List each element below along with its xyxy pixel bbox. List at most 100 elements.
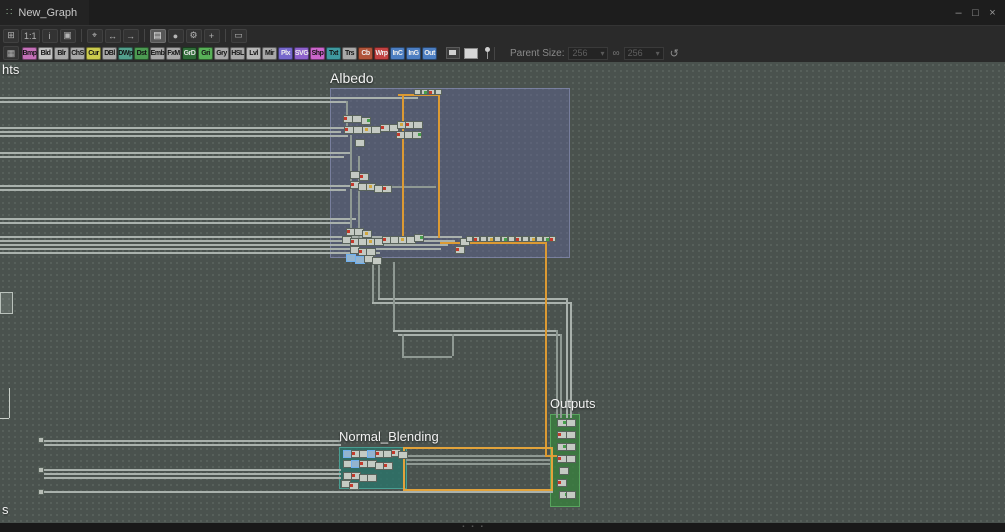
palette-node-cb[interactable]: Cb (358, 46, 373, 60)
dock-icon[interactable]: ⊞ (3, 28, 19, 43)
palette-node-ing[interactable]: InG (406, 46, 421, 60)
parent-width-select[interactable]: 256 ▾ (568, 46, 609, 60)
graph-node[interactable] (398, 451, 408, 459)
palette-node-dst[interactable]: Dst (134, 46, 149, 60)
palette-node-bmp[interactable]: Bmp (22, 46, 37, 60)
palette-node-hsl[interactable]: HSL (230, 46, 245, 60)
wire (44, 440, 341, 442)
frame-label-albedo: Albedo (330, 70, 374, 86)
graph-node[interactable] (508, 236, 515, 242)
palette-node-mir[interactable]: Mir (262, 46, 277, 60)
palette-node-cur[interactable]: Cur (86, 46, 101, 60)
material-ball-icon[interactable]: ● (167, 28, 184, 43)
graph-node[interactable] (412, 131, 422, 139)
graph-node[interactable] (362, 230, 372, 238)
graph-node[interactable] (383, 462, 393, 470)
pin-icon[interactable] (483, 46, 491, 60)
graph-node[interactable] (355, 139, 365, 147)
graph-node[interactable] (473, 236, 480, 242)
graph-tab[interactable]: ∷ New_Graph (0, 0, 90, 25)
graph-node[interactable] (566, 443, 576, 451)
palette-node-fxm[interactable]: FxM (166, 46, 181, 60)
palette-node-chs[interactable]: ChS (70, 46, 85, 60)
graph-node[interactable] (414, 89, 421, 95)
graph-node[interactable] (38, 437, 44, 443)
frame-edge-node[interactable] (0, 292, 13, 314)
comment-icon[interactable] (446, 47, 460, 59)
wire (398, 334, 560, 336)
minimize-button[interactable]: – (950, 7, 967, 19)
graph-node[interactable] (559, 467, 569, 475)
palette-node-plx[interactable]: Plx (278, 46, 293, 60)
display-icon[interactable]: ▭ (230, 28, 247, 43)
graph-node[interactable] (557, 479, 567, 487)
palette-node-wrp[interactable]: Wrp (374, 46, 389, 60)
palette-node-grd[interactable]: GrD (182, 46, 197, 60)
library-icon[interactable]: ▦ (3, 46, 19, 60)
palette-node-trs[interactable]: Trs (342, 46, 357, 60)
palette-node-blr[interactable]: Blr (54, 46, 69, 60)
graph-node[interactable] (372, 257, 382, 265)
graph-node[interactable] (529, 236, 536, 242)
palette-node-dbl[interactable]: DBl (102, 46, 117, 60)
graph-node[interactable] (413, 121, 423, 129)
parent-height-select[interactable]: 256 ▾ (623, 46, 664, 60)
graph-node[interactable] (428, 89, 435, 95)
graph-node[interactable] (435, 89, 442, 95)
link-icon[interactable]: ∞ (612, 48, 619, 59)
restore-button[interactable]: □ (967, 7, 984, 19)
close-button[interactable]: × (984, 7, 1001, 19)
wire (0, 189, 346, 191)
graph-canvas[interactable]: Albedo Outputs Normal_Blending hts s (0, 62, 1005, 523)
graph-node[interactable] (549, 236, 556, 242)
info-icon[interactable]: i (41, 28, 58, 43)
graph-node[interactable] (38, 467, 44, 473)
graph-node[interactable] (466, 236, 473, 242)
settings-gear-icon[interactable]: ⚙ (185, 28, 202, 43)
snap-icon[interactable]: + (203, 28, 220, 43)
status-icon: ▪ (471, 524, 474, 530)
graph-node[interactable] (487, 236, 494, 242)
graph-node[interactable] (515, 236, 522, 242)
filter-view-icon[interactable]: ▤ (149, 28, 166, 43)
graph-node[interactable] (361, 117, 371, 125)
frame-selection-rect[interactable] (403, 447, 553, 491)
graph-node[interactable] (421, 89, 428, 95)
link-route-icon[interactable]: → (122, 28, 139, 43)
graph-node[interactable] (566, 419, 576, 427)
graph-node[interactable] (522, 236, 529, 242)
actual-size-button[interactable]: 1:1 (21, 28, 40, 43)
palette-node-bld[interactable]: Bld (38, 46, 53, 60)
graph-node[interactable] (566, 431, 576, 439)
palette-node-gri[interactable]: Gri (198, 46, 213, 60)
graph-node[interactable] (536, 236, 543, 242)
graph-node[interactable] (566, 491, 576, 499)
palette-node-out[interactable]: Out (422, 46, 437, 60)
palette-node-dwp[interactable]: DWp (118, 46, 133, 60)
graph-node[interactable] (501, 236, 508, 242)
zoom-icon[interactable]: ⌖ (86, 28, 103, 43)
palette-node-emb[interactable]: Emb (150, 46, 165, 60)
reset-icon[interactable]: ↺ (670, 47, 679, 60)
palette-node-inc[interactable]: InC (390, 46, 405, 60)
palette-node-gry[interactable]: Gry (214, 46, 229, 60)
palette-node-svg[interactable]: SVG (294, 46, 309, 60)
thumbnail-icon[interactable]: ▣ (59, 28, 76, 43)
palette-node-lvl[interactable]: Lvl (246, 46, 261, 60)
wire (0, 185, 352, 187)
graph-node[interactable] (480, 236, 487, 242)
palette-node-txt[interactable]: Txt (326, 46, 341, 60)
frame-icon[interactable] (464, 47, 478, 59)
graph-node[interactable] (382, 185, 392, 193)
graph-node[interactable] (359, 173, 369, 181)
graph-node[interactable] (566, 455, 576, 463)
palette-node-shp[interactable]: Shp (310, 46, 325, 60)
graph-node[interactable] (367, 474, 377, 482)
graph-node[interactable] (349, 482, 359, 490)
graph-node[interactable] (494, 236, 501, 242)
graph-node[interactable] (455, 246, 465, 254)
statusbar: ▪ ▪ ▪ (0, 523, 1005, 532)
graph-node[interactable] (414, 234, 424, 242)
graph-node[interactable] (38, 489, 44, 495)
pan-arrows-icon[interactable]: ↔ (104, 28, 121, 43)
